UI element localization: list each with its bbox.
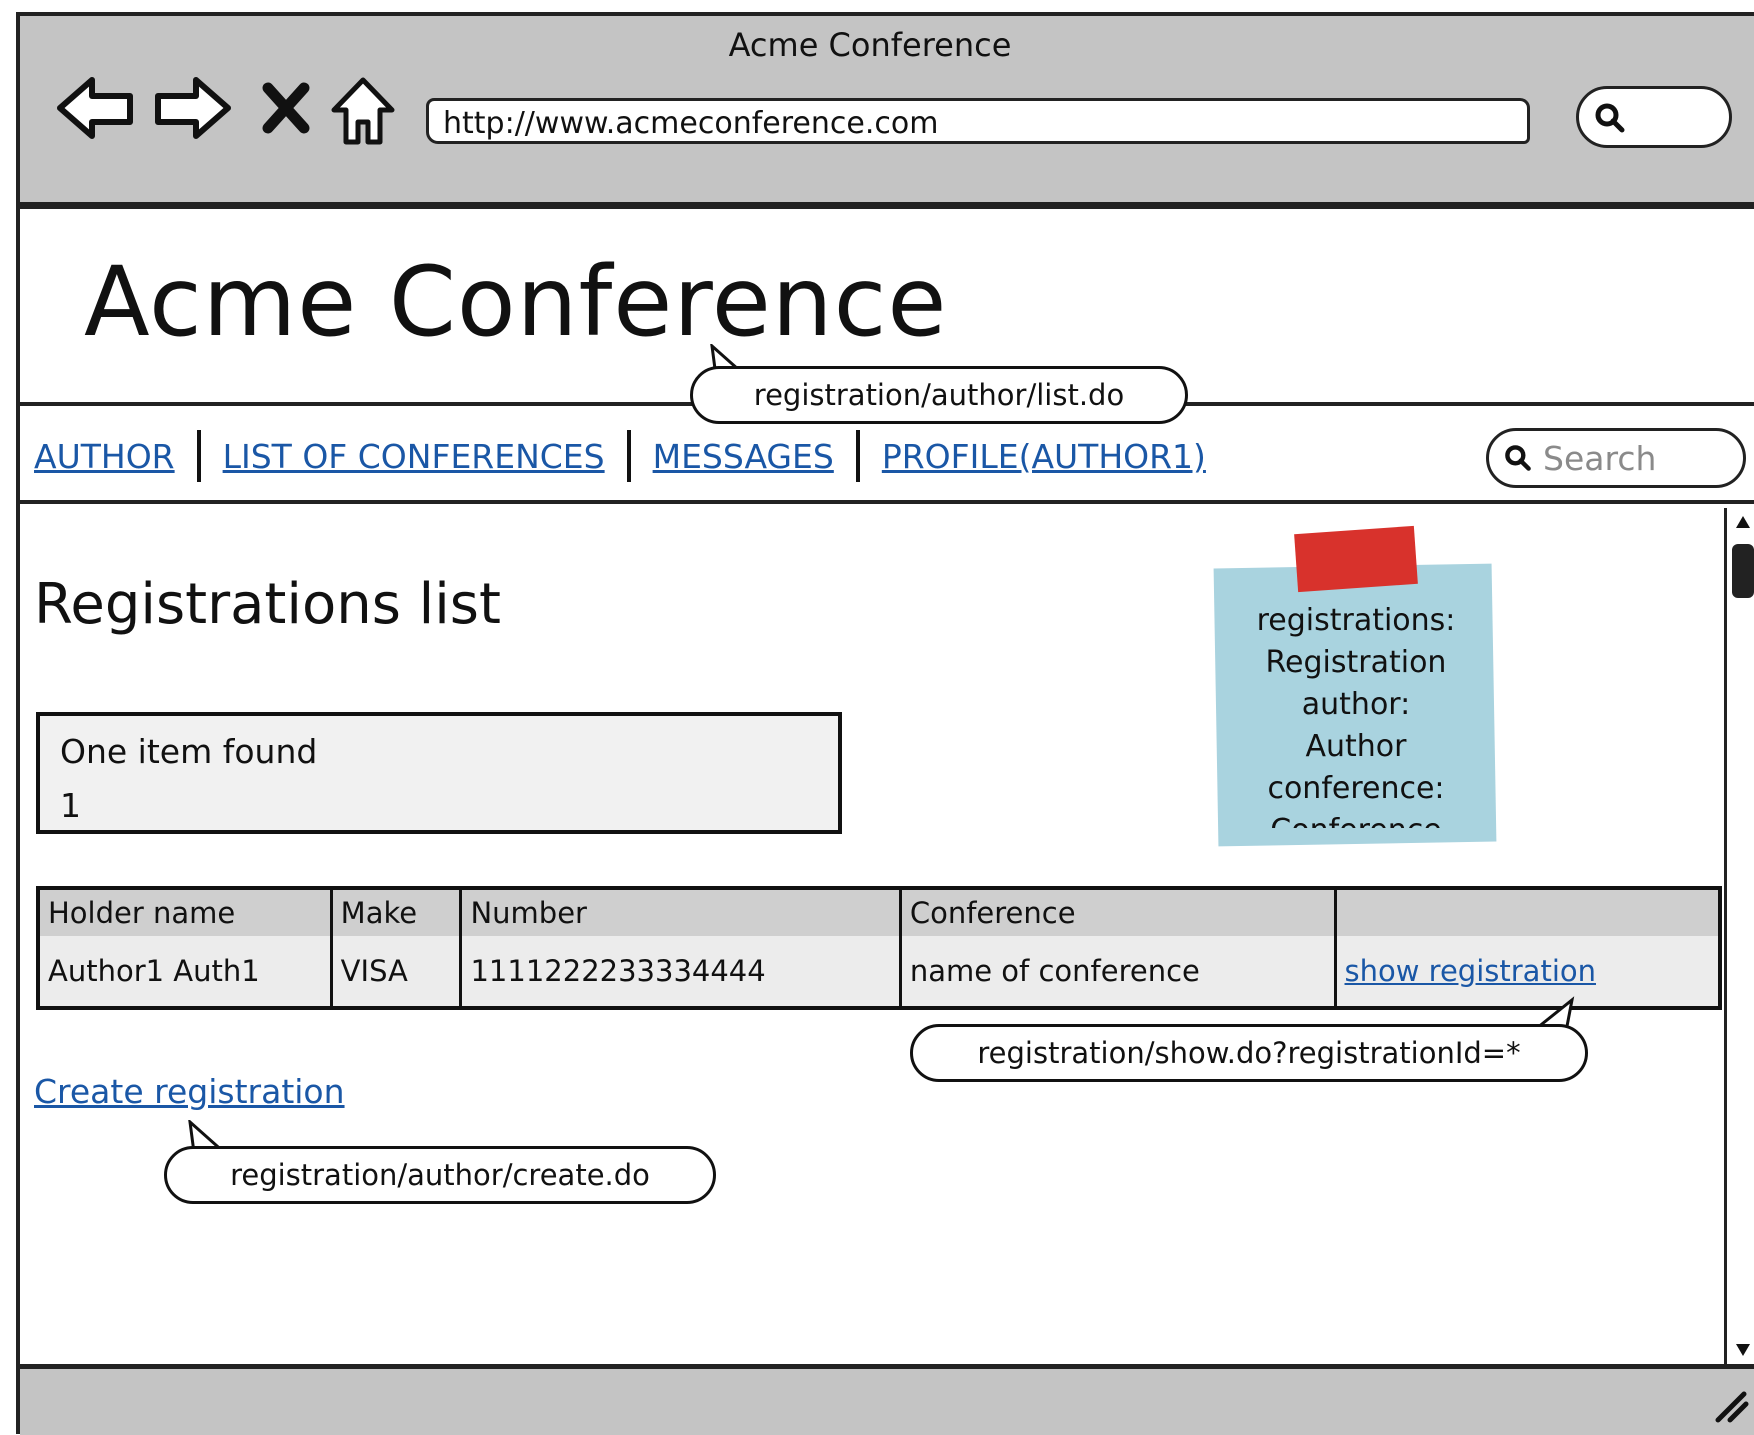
note-line: Registration xyxy=(1265,645,1447,680)
cell-number: 1111222233334444 xyxy=(459,936,901,1008)
column-header-actions xyxy=(1333,888,1720,936)
cell-conference: name of conference xyxy=(898,936,1336,1008)
site-search-input[interactable]: Search xyxy=(1486,428,1746,488)
scrollbar-thumb[interactable] xyxy=(1732,544,1754,598)
callout-text: registration/show.do?registrationId=* xyxy=(977,1036,1521,1070)
note-line: conference: xyxy=(1267,771,1445,806)
callout-create-url: registration/author/create.do xyxy=(164,1146,716,1204)
result-count-value: 1 xyxy=(60,786,81,825)
cell-make: VISA xyxy=(329,936,461,1008)
main-nav: AUTHOR LIST OF CONFERENCES MESSAGES PROF… xyxy=(34,428,1206,484)
sticky-note-text: registrations: Registration author: Auth… xyxy=(1226,600,1486,828)
stop-icon[interactable] xyxy=(262,82,310,134)
callout-show-url: registration/show.do?registrationId=* xyxy=(910,1024,1588,1082)
nav-author[interactable]: AUTHOR xyxy=(34,437,175,476)
address-bar[interactable]: http://www.acmeconference.com xyxy=(426,98,1530,144)
create-registration-link[interactable]: Create registration xyxy=(34,1072,345,1111)
callout-text: registration/author/list.do xyxy=(753,378,1125,412)
column-header-make: Make xyxy=(329,888,461,936)
search-icon xyxy=(1595,103,1625,133)
window-title: Acme Conference xyxy=(728,26,1012,64)
nav-separator xyxy=(626,430,631,482)
resize-grip-icon[interactable] xyxy=(1710,1384,1750,1424)
search-placeholder: Search xyxy=(1543,438,1657,478)
result-count-box: One item found 1 xyxy=(36,712,842,834)
column-header-number: Number xyxy=(459,888,901,936)
vertical-scrollbar[interactable] xyxy=(1724,508,1754,1368)
callout-text: registration/author/create.do xyxy=(230,1158,650,1192)
note-line: registrations: xyxy=(1256,603,1456,638)
scroll-down-arrow-icon[interactable] xyxy=(1732,1340,1754,1360)
column-header-conference: Conference xyxy=(898,888,1336,936)
back-arrow-icon[interactable] xyxy=(56,74,136,144)
registrations-table: Holder name Make Number Conference Autho… xyxy=(36,886,1722,1010)
column-header-holder-name: Holder name xyxy=(36,888,332,936)
forward-arrow-icon[interactable] xyxy=(152,74,232,144)
nav-separator xyxy=(196,430,201,482)
search-icon xyxy=(1505,445,1531,471)
show-registration-link[interactable]: show registration xyxy=(1345,954,1596,988)
home-icon[interactable] xyxy=(330,74,396,150)
browser-search-field[interactable] xyxy=(1576,86,1732,148)
nav-list-of-conferences[interactable]: LIST OF CONFERENCES xyxy=(223,437,605,476)
nav-divider xyxy=(20,500,1754,504)
callout-list-url: registration/author/list.do xyxy=(690,366,1188,424)
scroll-up-arrow-icon[interactable] xyxy=(1732,512,1754,532)
note-line: Author xyxy=(1305,729,1407,764)
note-line: author: xyxy=(1301,687,1411,722)
page-title: Registrations list xyxy=(34,572,501,637)
nav-separator xyxy=(855,430,860,482)
status-bar xyxy=(20,1364,1754,1435)
nav-messages[interactable]: MESSAGES xyxy=(653,437,834,476)
nav-profile[interactable]: PROFILE(AUTHOR1) xyxy=(882,437,1206,476)
note-line: Conference xyxy=(1226,810,1486,828)
result-count-label: One item found xyxy=(60,732,318,771)
cell-holder-name: Author1 Auth1 xyxy=(36,936,332,1008)
site-title: Acme Conference xyxy=(84,246,948,358)
note-tape xyxy=(1294,525,1418,593)
table-row: Author1 Auth1 VISA 1111222233334444 name… xyxy=(36,936,1720,1008)
table-header-row: Holder name Make Number Conference xyxy=(36,888,1720,936)
